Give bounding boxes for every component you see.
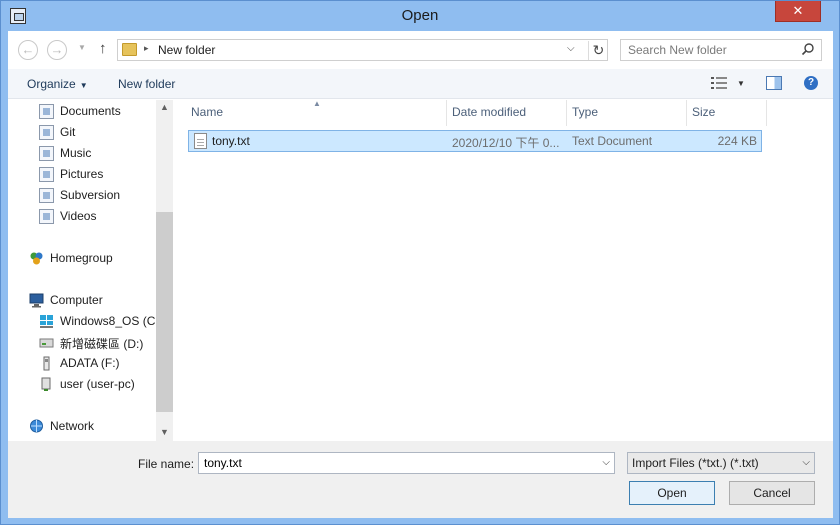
file-name-input[interactable] [202, 454, 587, 472]
cancel-button[interactable]: Cancel [729, 481, 815, 505]
documents-library-icon [39, 104, 54, 119]
recent-locations-dropdown[interactable]: ▼ [78, 43, 86, 52]
nav-label: Network [50, 419, 95, 433]
folder-icon [122, 43, 137, 56]
nav-label: Homegroup [50, 251, 113, 265]
text-file-icon [194, 133, 207, 149]
breadcrumb-separator-icon[interactable]: ▸ [144, 43, 149, 54]
music-library-icon [39, 146, 54, 161]
organize-button[interactable]: Organize ▼ [27, 77, 88, 91]
scrollbar-thumb[interactable] [156, 212, 173, 412]
open-dialog: Open ✕ ← → ▼ ↑ ▸ New folder ⌵ ↻ Search N… [0, 0, 840, 525]
column-header-name[interactable]: Name [191, 105, 223, 119]
column-header-date-modified[interactable]: Date modified [452, 105, 526, 119]
file-date-modified: 2020/12/10 下午 0... [452, 136, 560, 150]
scroll-up-icon[interactable]: ▲ [156, 102, 173, 112]
search-icon[interactable] [801, 42, 815, 56]
column-header-type[interactable]: Type [572, 105, 598, 119]
usb-drive-icon [43, 356, 50, 371]
file-list: Name ▲ Date modified Type Size tony.txt … [174, 99, 833, 441]
close-button[interactable]: ✕ [775, 1, 821, 22]
column-header-size[interactable]: Size [692, 105, 715, 119]
nav-label: user (user-pc) [60, 377, 135, 391]
file-name: tony.txt [212, 134, 250, 148]
chevron-down-icon: ▼ [79, 81, 88, 90]
file-type-filter[interactable]: Import Files (*txt.) (*.txt) ⌵ [627, 452, 815, 474]
network-drive-icon [41, 377, 51, 391]
help-icon[interactable]: ? [804, 76, 818, 90]
file-name-dropdown-icon[interactable]: ⌵ [602, 457, 610, 468]
window-title: Open [401, 7, 439, 24]
nav-label: Git [60, 125, 76, 139]
up-button[interactable]: ↑ [99, 40, 107, 57]
preview-pane-icon[interactable] [766, 76, 782, 90]
search-input[interactable]: Search New folder [628, 43, 727, 57]
address-bar[interactable]: ▸ New folder ⌵ ↻ [117, 39, 608, 61]
new-folder-button[interactable]: New folder [118, 77, 175, 91]
file-name-label: File name: [138, 457, 195, 471]
sort-ascending-icon: ▲ [313, 99, 321, 108]
file-name-combobox[interactable]: ⌵ [198, 452, 615, 474]
breadcrumb-new-folder[interactable]: New folder [158, 43, 215, 57]
scroll-down-icon[interactable]: ▼ [156, 427, 173, 437]
file-size: 224 KB [717, 134, 757, 148]
computer-icon [29, 293, 44, 308]
homegroup-icon [30, 252, 43, 265]
nav-label: ADATA (F:) [60, 356, 120, 370]
back-button[interactable]: ← [18, 40, 38, 60]
view-options-dropdown[interactable]: ▼ [737, 79, 745, 88]
file-type-filter-value: Import Files (*txt.) (*.txt) [632, 456, 759, 470]
chevron-down-icon[interactable]: ⌵ [802, 457, 810, 468]
refresh-button[interactable]: ↻ [588, 41, 608, 60]
column-divider[interactable] [446, 100, 447, 126]
nav-label: Documents [60, 104, 121, 118]
pictures-library-icon [39, 167, 54, 182]
git-library-icon [39, 125, 54, 140]
dialog-client-area: ← → ▼ ↑ ▸ New folder ⌵ ↻ Search New fold… [8, 31, 833, 518]
search-box[interactable]: Search New folder [620, 39, 822, 61]
address-history-dropdown[interactable]: ⌵ [567, 43, 575, 54]
forward-button[interactable]: → [47, 40, 67, 60]
nav-label: Videos [60, 209, 97, 223]
command-bar: Organize ▼ New folder ▼ ? [8, 69, 833, 99]
subversion-library-icon [39, 188, 54, 203]
nav-label: 新增磁碟區 (D:) [60, 337, 144, 351]
file-type: Text Document [572, 134, 653, 148]
change-view-icon[interactable] [711, 77, 727, 89]
column-divider[interactable] [686, 100, 687, 126]
hard-drive-icon [39, 338, 54, 348]
nav-label: Computer [50, 293, 103, 307]
navigation-pane: Documents Git Music Pictures Subversion … [8, 100, 173, 441]
windows-drive-icon [40, 315, 53, 328]
nav-scrollbar[interactable]: ▲ ▼ [156, 100, 173, 441]
nav-label: Windows8_OS (C: [60, 314, 159, 328]
column-divider[interactable] [566, 100, 567, 126]
network-icon [30, 419, 43, 433]
file-row[interactable]: tony.txt 2020/12/10 下午 0... Text Documen… [188, 130, 762, 152]
organize-label: Organize [27, 77, 76, 91]
videos-library-icon [39, 209, 54, 224]
column-divider[interactable] [766, 100, 767, 126]
nav-label: Subversion [60, 188, 121, 202]
nav-label: Pictures [60, 167, 104, 181]
nav-label: Music [60, 146, 92, 160]
title-bar[interactable]: Open ✕ [1, 1, 839, 31]
open-button[interactable]: Open [629, 481, 715, 505]
